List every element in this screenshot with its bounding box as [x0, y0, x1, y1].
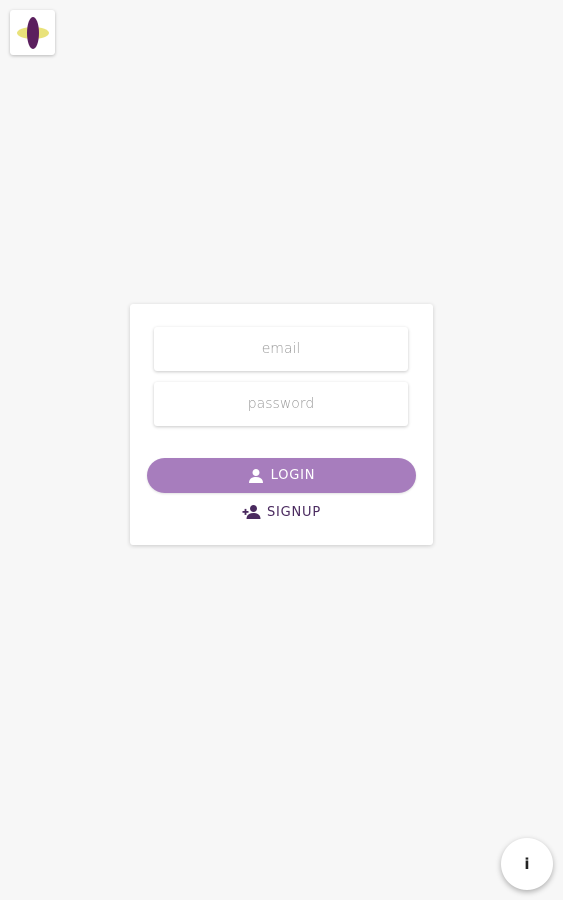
person-icon — [248, 468, 264, 484]
password-field[interactable] — [154, 382, 408, 426]
login-button[interactable]: LOGIN — [147, 458, 416, 493]
email-field-container — [154, 327, 408, 371]
signup-button-label: SIGNUP — [266, 504, 322, 520]
password-field-container — [154, 382, 408, 426]
info-icon: i — [524, 855, 530, 873]
login-card: LOGIN SIGNUP — [130, 304, 433, 545]
email-field[interactable] — [154, 327, 408, 371]
person-add-icon — [242, 504, 261, 520]
info-button[interactable]: i — [501, 838, 553, 890]
clover-logo-icon — [16, 16, 49, 49]
login-button-label: LOGIN — [270, 468, 316, 483]
signup-button[interactable]: SIGNUP — [130, 501, 433, 523]
app-logo — [10, 10, 55, 55]
